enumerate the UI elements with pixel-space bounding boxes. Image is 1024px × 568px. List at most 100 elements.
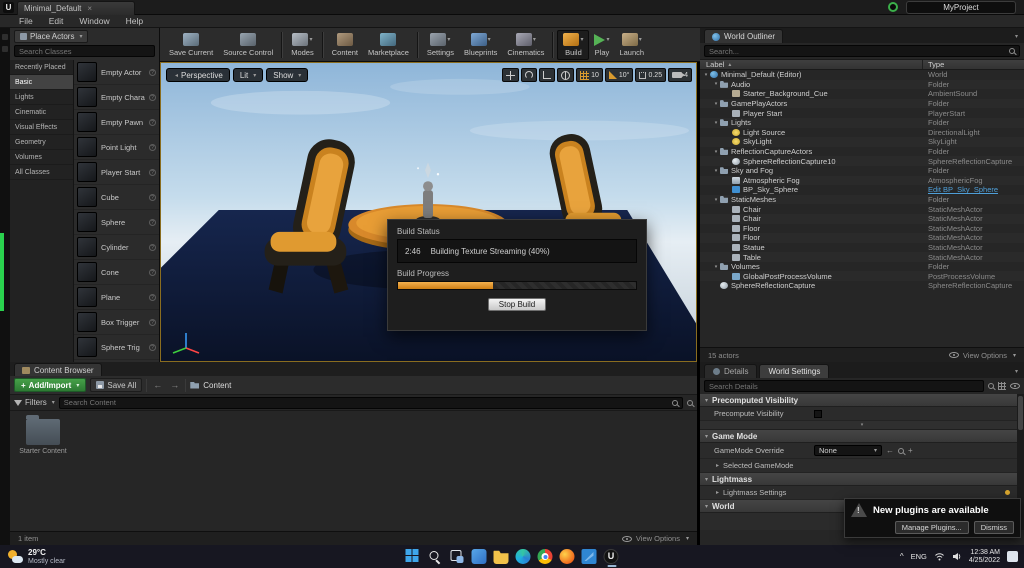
outliner-row[interactable]: Lights Folder — [700, 118, 1024, 128]
edge-icon[interactable] — [516, 549, 531, 564]
vscode-icon[interactable] — [582, 549, 597, 564]
clock[interactable]: 12:38 AM 4/25/2022 — [969, 549, 1000, 565]
outliner-row[interactable]: Table StaticMeshActor — [700, 252, 1024, 262]
starter-content-folder[interactable]: Starter Content — [18, 415, 68, 456]
toolbar-button[interactable]: Source Control — [218, 30, 278, 60]
chrome-icon[interactable] — [538, 549, 553, 564]
wifi-icon[interactable] — [934, 552, 945, 561]
close-tab-icon[interactable]: × — [87, 4, 92, 13]
add-import-button[interactable]: Add/Import ▾ — [14, 378, 86, 392]
tab-details[interactable]: Details — [704, 364, 757, 378]
menu-item[interactable]: Edit — [42, 16, 71, 26]
toolbar-button[interactable]: Marketplace — [363, 30, 414, 60]
place-actor-item[interactable]: Empty Chara — [74, 85, 159, 110]
filters-button[interactable]: Filters ▾ — [14, 398, 55, 407]
place-actor-item[interactable]: Plane — [74, 285, 159, 310]
outliner-row[interactable]: Floor StaticMeshActor — [700, 233, 1024, 243]
rotate-tool-button[interactable] — [521, 68, 537, 82]
unreal-editor-icon[interactable] — [604, 549, 619, 564]
dropdown-caret-icon[interactable]: ▾ — [606, 36, 609, 43]
property-row-selected-gamemode[interactable]: ▸ Selected GameMode — [700, 459, 1024, 473]
outliner-search-input[interactable] — [704, 45, 1020, 57]
show-flags-button[interactable]: Show ▾ — [266, 68, 308, 82]
add-new-icon[interactable]: + — [908, 446, 913, 455]
outliner-row[interactable]: Chair StaticMeshActor — [700, 204, 1024, 214]
tab-world-outliner[interactable]: World Outliner — [704, 29, 783, 43]
place-actors-mode-select[interactable]: Place Actors ▾ — [14, 30, 88, 43]
dropdown-caret-icon[interactable]: ▾ — [533, 36, 536, 43]
eye-icon[interactable] — [1010, 383, 1020, 389]
menu-item[interactable]: File — [12, 16, 40, 26]
type-column-header[interactable]: Type — [928, 60, 944, 69]
place-actors-category[interactable]: Lights — [10, 90, 73, 105]
place-actor-item[interactable]: Point Light — [74, 135, 159, 160]
expand-arrow-icon[interactable] — [712, 101, 720, 107]
volume-icon[interactable] — [952, 552, 962, 561]
camera-speed-button[interactable]: 4 — [668, 68, 692, 82]
toolbar-button[interactable]: ▾ Modes — [286, 30, 319, 60]
outliner-row[interactable]: Statue StaticMeshActor — [700, 243, 1024, 253]
save-all-button[interactable]: Save All — [90, 378, 142, 392]
tray-expand-icon[interactable]: ^ — [900, 552, 904, 561]
outliner-row[interactable]: Audio Folder — [700, 80, 1024, 90]
outliner-row[interactable]: ReflectionCaptureActors Folder — [700, 147, 1024, 157]
toolbar-button[interactable]: Save Current — [164, 30, 218, 60]
place-actor-item[interactable]: Empty Actor — [74, 60, 159, 85]
level-viewport[interactable]: ◂ Perspective Lit ▾ Show ▾ 10 10° 0.25 4… — [160, 62, 697, 362]
back-button[interactable]: ← — [151, 380, 164, 390]
dropdown-caret-icon[interactable]: ▾ — [309, 36, 312, 43]
outliner-row[interactable]: Player Start PlayerStart — [700, 108, 1024, 118]
dropdown-caret-icon[interactable]: ▾ — [447, 36, 450, 43]
place-actor-item[interactable]: Player Start — [74, 160, 159, 185]
section-precomputed-visibility[interactable]: ▾ Precomputed Visibility — [700, 394, 1024, 407]
place-actors-category[interactable]: Recently Placed — [10, 60, 73, 75]
place-actors-category[interactable]: All Classes — [10, 165, 73, 180]
toolbar-button[interactable]: ▾ Build — [557, 30, 589, 60]
content-search-input[interactable] — [59, 397, 683, 409]
toolbar-button[interactable]: ▾ Cinematics — [502, 30, 549, 60]
place-actor-item[interactable]: Cone — [74, 260, 159, 285]
gamemode-override-select[interactable]: None ▾ — [814, 445, 882, 456]
tab-world-settings[interactable]: World Settings — [759, 364, 829, 378]
expand-arrow-icon[interactable] — [712, 81, 720, 87]
section-game-mode[interactable]: ▾ Game Mode — [700, 430, 1024, 443]
place-actor-item[interactable]: Empty Pawn — [74, 110, 159, 135]
breadcrumb[interactable]: Content — [190, 381, 231, 390]
outliner-view-options-button[interactable]: View Options ▾ — [949, 351, 1016, 360]
outliner-row[interactable]: Floor StaticMeshActor — [700, 224, 1024, 234]
outliner-row[interactable]: Minimal_Default (Editor) World — [700, 70, 1024, 80]
outliner-row[interactable]: Volumes Folder — [700, 262, 1024, 272]
display-options-icon[interactable] — [998, 382, 1006, 390]
outliner-row[interactable]: GlobalPostProcessVolume PostProcessVolum… — [700, 271, 1024, 281]
translate-tool-button[interactable] — [502, 68, 519, 82]
notification-center-icon[interactable] — [1007, 551, 1018, 562]
place-actors-search-input[interactable] — [14, 45, 155, 57]
place-actor-item[interactable]: Sphere Trig — [74, 335, 159, 360]
place-actor-item[interactable]: Box Trigger — [74, 310, 159, 335]
outliner-row[interactable]: SphereReflectionCapture SphereReflection… — [700, 281, 1024, 291]
browse-icon[interactable] — [898, 448, 904, 454]
panel-menu-icon[interactable]: ▾ — [1015, 368, 1018, 375]
scrollbar-thumb[interactable] — [1018, 396, 1023, 430]
dropdown-caret-icon[interactable]: ▾ — [488, 36, 491, 43]
place-actors-category[interactable]: Visual Effects — [10, 120, 73, 135]
taskbar-search-icon[interactable] — [428, 549, 443, 564]
expand-arrow-icon[interactable]: ▸ — [716, 462, 719, 469]
forward-button[interactable]: → — [168, 380, 181, 390]
start-button[interactable] — [406, 549, 421, 564]
outliner-row[interactable]: Sky and Fog Folder — [700, 166, 1024, 176]
outliner-row[interactable]: SkyLight SkyLight — [700, 137, 1024, 147]
scale-tool-button[interactable] — [539, 68, 555, 82]
details-search-input[interactable] — [704, 380, 984, 392]
weather-widget[interactable]: 29°C Mostly clear — [0, 548, 73, 566]
expand-arrow-icon[interactable] — [712, 149, 720, 155]
outliner-row[interactable]: BP_Sky_Sphere Edit BP_Sky_Sphere — [700, 185, 1024, 195]
column-divider[interactable] — [922, 60, 923, 69]
stop-build-button[interactable]: Stop Build — [488, 298, 546, 311]
expand-arrow-icon[interactable] — [702, 72, 710, 78]
expand-arrow-icon[interactable] — [712, 264, 720, 270]
rotation-snap-toggle[interactable]: 10° — [605, 68, 634, 82]
place-actor-item[interactable]: Sphere — [74, 210, 159, 235]
outliner-column-header[interactable]: Label ▲ Type — [700, 59, 1024, 70]
advanced-expander[interactable]: ▾ — [700, 421, 1024, 430]
